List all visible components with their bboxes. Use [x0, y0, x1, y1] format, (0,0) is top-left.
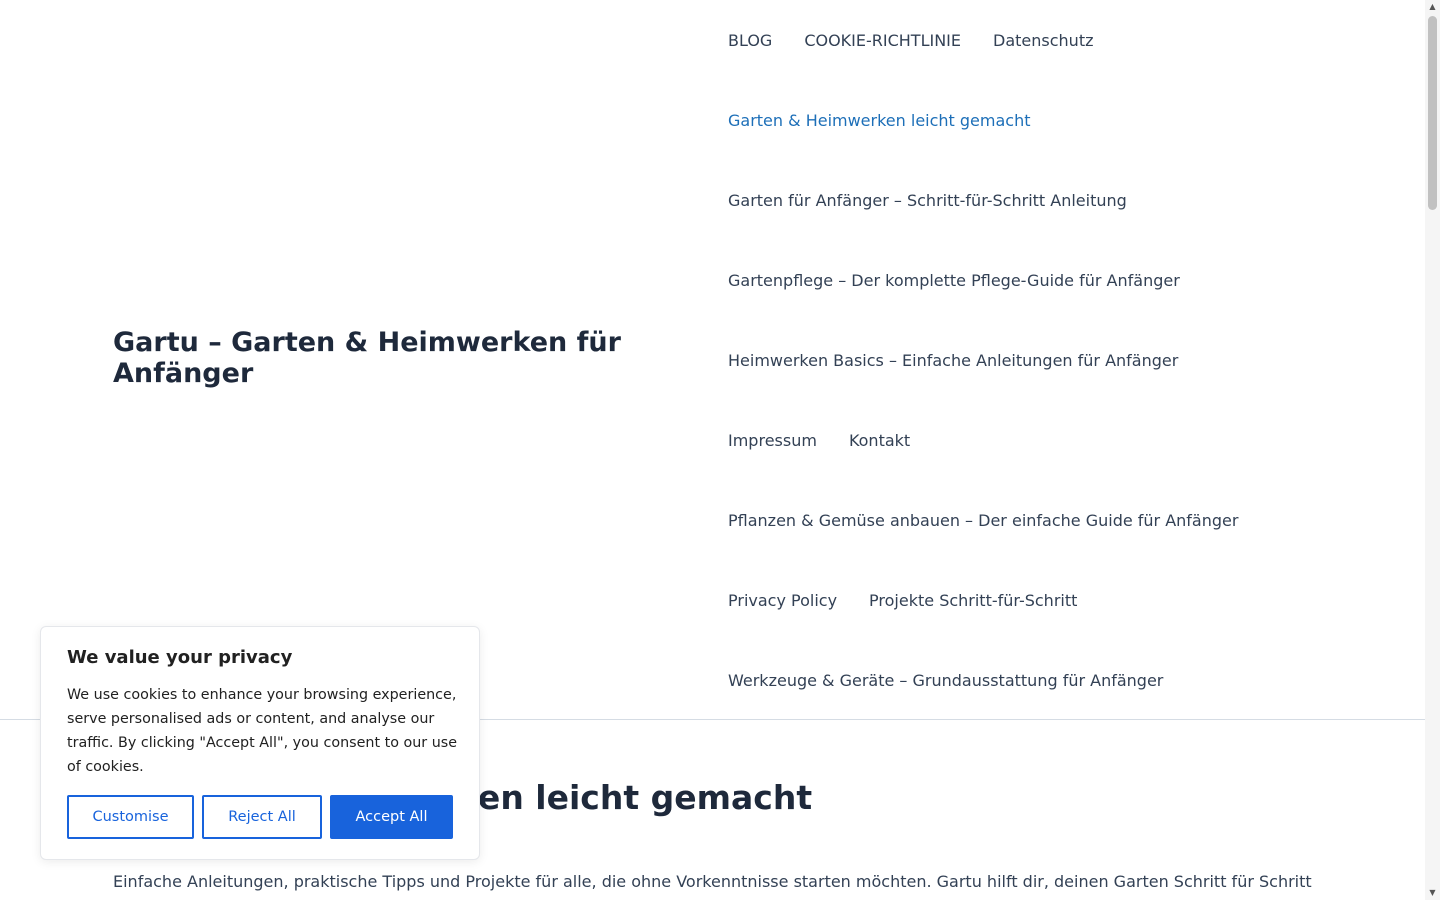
nav-link[interactable]: Werkzeuge & Geräte – Grundausstattung fü…	[728, 671, 1163, 690]
scrollbar-thumb[interactable]	[1428, 16, 1437, 210]
nav-row: BLOG COOKIE-RICHTLINIE Datenschutz	[728, 0, 1408, 80]
nav-row: Gartenpflege – Der komplette Pflege-Guid…	[728, 240, 1408, 320]
nav-link[interactable]: Garten für Anfänger – Schritt-für-Schrit…	[728, 191, 1127, 210]
reject-all-button[interactable]: Reject All	[202, 795, 322, 839]
nav-link[interactable]: BLOG	[728, 31, 772, 50]
nav-link[interactable]: Impressum	[728, 431, 817, 450]
intro-paragraph: Einfache Anleitungen, praktische Tipps u…	[113, 872, 1312, 891]
main-navigation: BLOG COOKIE-RICHTLINIE Datenschutz Garten &…	[728, 0, 1408, 720]
vertical-scrollbar[interactable]: ▲ ▼	[1425, 0, 1440, 900]
nav-row: Werkzeuge & Geräte – Grundausstattung fü…	[728, 640, 1408, 720]
nav-link[interactable]: Projekte Schritt-für-Schritt	[869, 591, 1077, 610]
nav-row: Privacy Policy Projekte Schritt-für-Schri…	[728, 560, 1408, 640]
nav-link[interactable]: Pflanzen & Gemüse anbauen – Der einfache…	[728, 511, 1238, 530]
nav-row: Impressum Kontakt	[728, 400, 1408, 480]
nav-link-current[interactable]: Garten & Heimwerken leicht gemacht	[728, 111, 1031, 130]
cookie-banner-title: We value your privacy	[67, 647, 293, 668]
nav-link[interactable]: Datenschutz	[993, 31, 1093, 50]
nav-row: Garten für Anfänger – Schritt-für-Schrit…	[728, 160, 1408, 240]
nav-row: Garten & Heimwerken leicht gemacht	[728, 80, 1408, 160]
nav-row: Heimwerken Basics – Einfache Anleitungen…	[728, 320, 1408, 400]
nav-link[interactable]: Privacy Policy	[728, 591, 837, 610]
nav-link[interactable]: Heimwerken Basics – Einfache Anleitungen…	[728, 351, 1178, 370]
cookie-consent-banner: We value your privacy We use cookies to …	[40, 626, 480, 860]
scroll-down-arrow-icon[interactable]: ▼	[1425, 886, 1440, 900]
accept-all-button[interactable]: Accept All	[330, 795, 453, 839]
nav-link[interactable]: COOKIE-RICHTLINIE	[804, 31, 961, 50]
nav-link[interactable]: Gartenpflege – Der komplette Pflege-Guid…	[728, 271, 1180, 290]
nav-link[interactable]: Kontakt	[849, 431, 910, 450]
customise-button[interactable]: Customise	[67, 795, 194, 839]
scroll-up-arrow-icon[interactable]: ▲	[1425, 0, 1440, 14]
site-title[interactable]: Gartu – Garten & Heimwerken für Anfänger	[113, 327, 673, 389]
cookie-banner-text: We use cookies to enhance your browsing …	[67, 687, 458, 775]
nav-row: Pflanzen & Gemüse anbauen – Der einfache…	[728, 480, 1408, 560]
